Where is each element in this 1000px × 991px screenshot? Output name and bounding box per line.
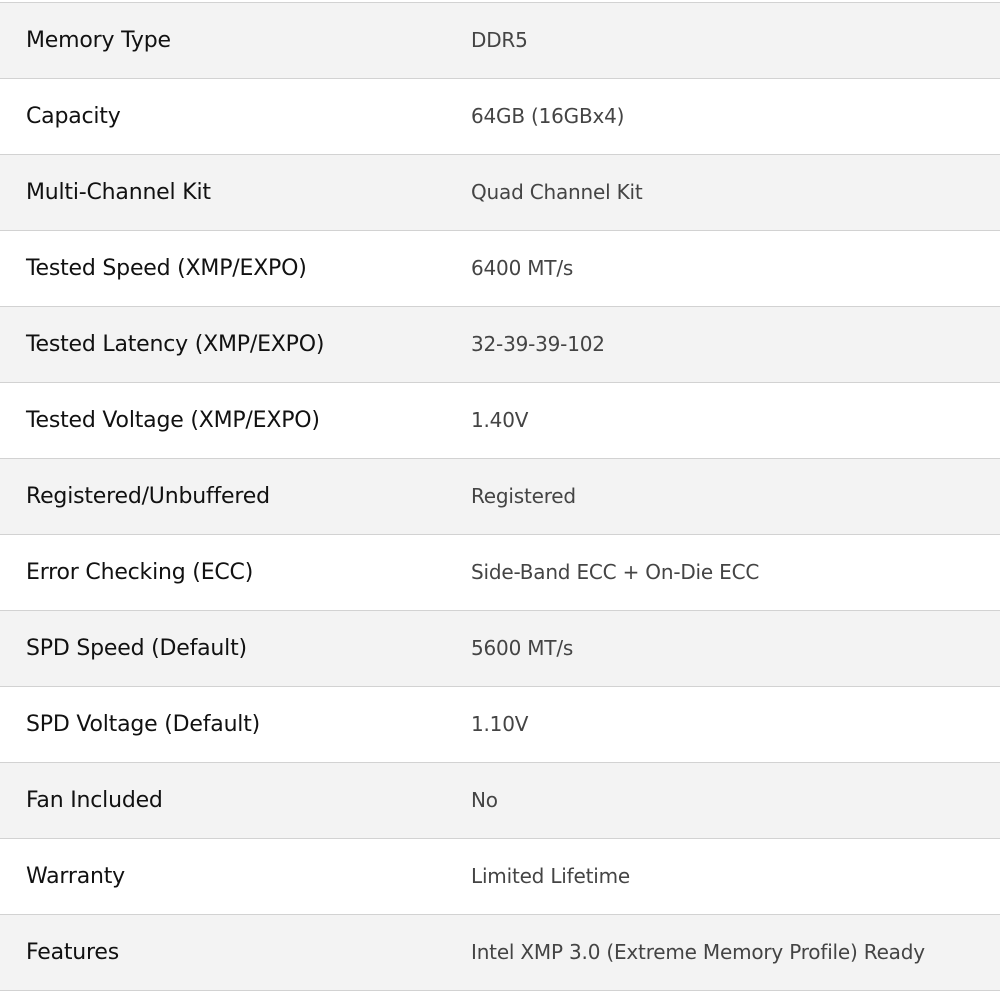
spec-label: Features	[26, 940, 119, 965]
spec-value: Side-Band ECC + On-Die ECC	[471, 559, 760, 584]
spec-label: Fan Included	[26, 788, 163, 813]
spec-row-tested-speed: Tested Speed (XMP/EXPO) 6400 MT/s	[0, 231, 1000, 307]
spec-label: Tested Speed (XMP/EXPO)	[26, 256, 307, 281]
spec-row-warranty: Warranty Limited Lifetime	[0, 839, 1000, 915]
specifications-table: Memory Type DDR5 Capacity 64GB (16GBx4) …	[0, 2, 1000, 991]
spec-value: 1.40V	[471, 407, 529, 432]
spec-label: Capacity	[26, 104, 121, 129]
spec-value: 6400 MT/s	[471, 255, 574, 280]
spec-row-error-checking: Error Checking (ECC) Side-Band ECC + On-…	[0, 535, 1000, 611]
spec-row-fan-included: Fan Included No	[0, 763, 1000, 839]
spec-value: 1.10V	[471, 711, 529, 736]
spec-row-tested-latency: Tested Latency (XMP/EXPO) 32-39-39-102	[0, 307, 1000, 383]
spec-label: SPD Speed (Default)	[26, 636, 247, 661]
spec-label: Warranty	[26, 864, 126, 889]
spec-label: Error Checking (ECC)	[26, 560, 254, 585]
spec-row-registered-unbuffered: Registered/Unbuffered Registered	[0, 459, 1000, 535]
spec-value: Quad Channel Kit	[471, 179, 643, 204]
spec-value: No	[471, 787, 498, 812]
spec-value: DDR5	[471, 27, 528, 52]
spec-row-capacity: Capacity 64GB (16GBx4)	[0, 79, 1000, 155]
spec-value: Intel XMP 3.0 (Extreme Memory Profile) R…	[471, 939, 925, 964]
spec-value: 64GB (16GBx4)	[471, 103, 625, 128]
spec-value: Limited Lifetime	[471, 863, 630, 888]
spec-label: Tested Latency (XMP/EXPO)	[26, 332, 325, 357]
spec-row-tested-voltage: Tested Voltage (XMP/EXPO) 1.40V	[0, 383, 1000, 459]
spec-value: 32-39-39-102	[471, 331, 605, 356]
spec-row-memory-type: Memory Type DDR5	[0, 3, 1000, 79]
spec-value: 5600 MT/s	[471, 635, 574, 660]
spec-value: Registered	[471, 483, 576, 508]
spec-label: Memory Type	[26, 28, 171, 53]
spec-row-features: Features Intel XMP 3.0 (Extreme Memory P…	[0, 915, 1000, 991]
spec-label: SPD Voltage (Default)	[26, 712, 261, 737]
spec-label: Tested Voltage (XMP/EXPO)	[26, 408, 320, 433]
spec-row-spd-voltage: SPD Voltage (Default) 1.10V	[0, 687, 1000, 763]
spec-label: Multi-Channel Kit	[26, 180, 211, 205]
spec-row-multi-channel-kit: Multi-Channel Kit Quad Channel Kit	[0, 155, 1000, 231]
spec-label: Registered/Unbuffered	[26, 484, 270, 509]
spec-row-spd-speed: SPD Speed (Default) 5600 MT/s	[0, 611, 1000, 687]
